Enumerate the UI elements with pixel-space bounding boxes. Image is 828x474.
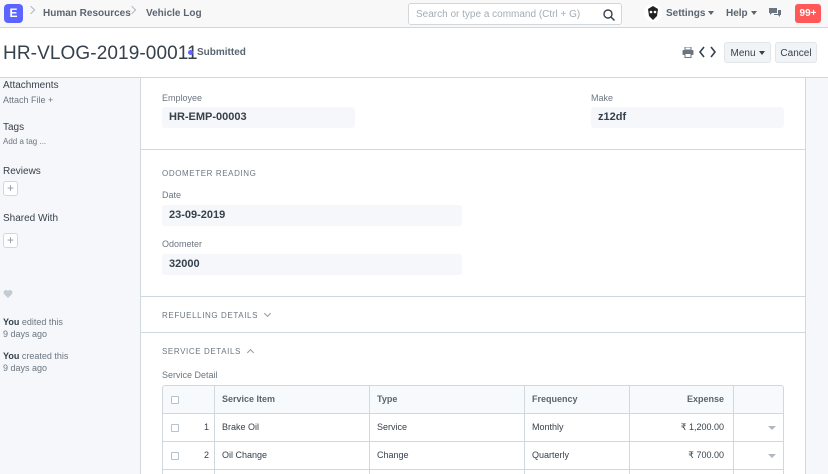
status-label: Submitted	[197, 47, 246, 58]
chevron-down-icon	[263, 309, 272, 318]
section-divider	[141, 149, 805, 150]
activity-item: You edited this 9 days ago	[3, 316, 63, 340]
plus-icon: +	[6, 181, 14, 195]
menu-button[interactable]: Menu	[724, 42, 771, 63]
add-tag-link[interactable]: Add a tag ...	[3, 137, 46, 146]
odometer-label: Odometer	[162, 239, 203, 249]
tags-heading: Tags	[3, 122, 25, 133]
app-logo[interactable]: E	[4, 4, 23, 23]
expense-cell[interactable]: ₹ 700.00	[629, 442, 724, 470]
activity-user: You	[3, 317, 20, 327]
service-item-cell[interactable]: Brake Oil	[222, 414, 259, 442]
employee-label: Employee	[162, 93, 203, 103]
refuelling-section-heading: REFUELLING DETAILS	[162, 311, 259, 320]
column-header-service-item: Service Item	[222, 394, 276, 404]
reviews-heading: Reviews	[3, 166, 41, 177]
page-title: HR-VLOG-2019-00011	[3, 43, 198, 64]
previous-document-icon[interactable]	[698, 46, 706, 58]
make-label: Make	[591, 93, 614, 103]
column-header-expense: Expense	[686, 394, 724, 404]
service-section-toggle[interactable]: SERVICE DETAILS	[162, 347, 254, 357]
frequency-cell[interactable]: Quarterly	[532, 442, 569, 470]
search-placeholder: Search or type a command (Ctrl + G)	[416, 9, 581, 20]
attachments-heading: Attachments	[3, 80, 59, 91]
odometer-section-heading: ODOMETER READING	[162, 169, 257, 178]
shared-with-heading: Shared With	[3, 213, 59, 224]
column-divider	[369, 386, 370, 474]
column-divider	[733, 386, 734, 474]
breadcrumb-human-resources[interactable]: Human Resources	[43, 8, 131, 19]
activity-item: You created this 9 days ago	[3, 350, 68, 374]
form-body: Employee HR-EMP-00003 Make z12df ODOMETE…	[140, 78, 806, 474]
next-document-icon[interactable]	[709, 46, 717, 58]
section-divider	[141, 332, 805, 333]
date-field[interactable]: 23-09-2019	[162, 205, 462, 226]
table-header-row: Service Item Type Frequency Expense	[163, 386, 783, 414]
activity-time: 9 days ago	[3, 329, 48, 339]
expense-cell[interactable]: ₹ 1,200.00	[629, 414, 724, 442]
navbar: E Human Resources Vehicle Log Search or …	[0, 0, 828, 28]
row-checkbox[interactable]	[171, 452, 179, 460]
chat-icon[interactable]	[768, 6, 782, 20]
plus-icon: +	[6, 233, 14, 247]
column-header-type: Type	[377, 394, 398, 404]
cancel-button[interactable]: Cancel	[775, 42, 817, 63]
type-cell[interactable]: Change	[377, 442, 409, 470]
status-indicator: Submitted	[188, 47, 246, 58]
section-divider	[141, 296, 805, 297]
settings-label: Settings	[666, 8, 706, 19]
attach-file-link[interactable]: Attach File +	[3, 95, 53, 105]
column-divider	[524, 386, 525, 474]
help-label: Help	[726, 8, 748, 19]
activity-action: created this	[19, 351, 69, 361]
column-header-frequency: Frequency	[532, 394, 578, 404]
form-sidebar: Attachments Attach File + Tags Add a tag…	[0, 78, 140, 474]
status-dot-icon	[188, 49, 193, 55]
row-checkbox[interactable]	[171, 424, 179, 432]
add-share-button[interactable]: +	[3, 233, 18, 248]
print-icon[interactable]	[682, 47, 694, 58]
refuelling-section-toggle[interactable]: REFUELLING DETAILS	[162, 309, 272, 320]
settings-menu[interactable]: Settings	[666, 8, 715, 19]
activity-time: 9 days ago	[3, 363, 48, 373]
table-row[interactable]: 1 Brake Oil Service Monthly ₹ 1,200.00	[163, 414, 783, 442]
service-detail-label: Service Detail	[162, 370, 218, 380]
employee-field[interactable]: HR-EMP-00003	[162, 107, 355, 128]
avatar[interactable]	[644, 4, 662, 22]
caret-down-icon	[750, 11, 757, 16]
activity-user: You	[3, 351, 20, 361]
chevron-right-icon	[26, 5, 36, 15]
search-icon	[603, 9, 616, 22]
service-detail-table: Service Item Type Frequency Expense 1 Br…	[162, 385, 784, 474]
column-divider	[629, 386, 630, 474]
row-edit-caret-icon[interactable]	[768, 454, 776, 458]
add-review-button[interactable]: +	[3, 181, 18, 196]
odometer-field[interactable]: 32000	[162, 254, 462, 275]
page-head: HR-VLOG-2019-00011 Submitted Menu Cancel	[0, 28, 828, 78]
breadcrumb-vehicle-log[interactable]: Vehicle Log	[146, 8, 202, 19]
select-all-checkbox[interactable]	[171, 396, 179, 404]
column-divider	[214, 386, 215, 474]
make-field[interactable]: z12df	[591, 107, 784, 128]
search-input[interactable]: Search or type a command (Ctrl + G)	[408, 3, 622, 25]
row-number: 1	[203, 422, 209, 432]
activity-action: edited this	[19, 317, 63, 327]
frequency-cell[interactable]: Monthly	[532, 414, 564, 442]
caret-down-icon	[708, 11, 715, 16]
service-item-cell[interactable]: Oil Change	[222, 442, 267, 470]
type-cell[interactable]: Service	[377, 414, 407, 442]
service-section-heading: SERVICE DETAILS	[162, 347, 241, 356]
table-row[interactable]: 2 Oil Change Change Quarterly ₹ 700.00	[163, 442, 783, 470]
menu-button-label: Menu	[730, 48, 756, 59]
date-label: Date	[162, 190, 182, 200]
caret-down-icon	[758, 51, 765, 56]
row-edit-caret-icon[interactable]	[768, 426, 776, 430]
heart-icon[interactable]	[3, 289, 13, 299]
help-menu[interactable]: Help	[726, 8, 757, 19]
chevron-up-icon	[246, 348, 254, 357]
notifications-badge[interactable]: 99+	[795, 4, 821, 23]
row-number: 2	[203, 450, 209, 460]
